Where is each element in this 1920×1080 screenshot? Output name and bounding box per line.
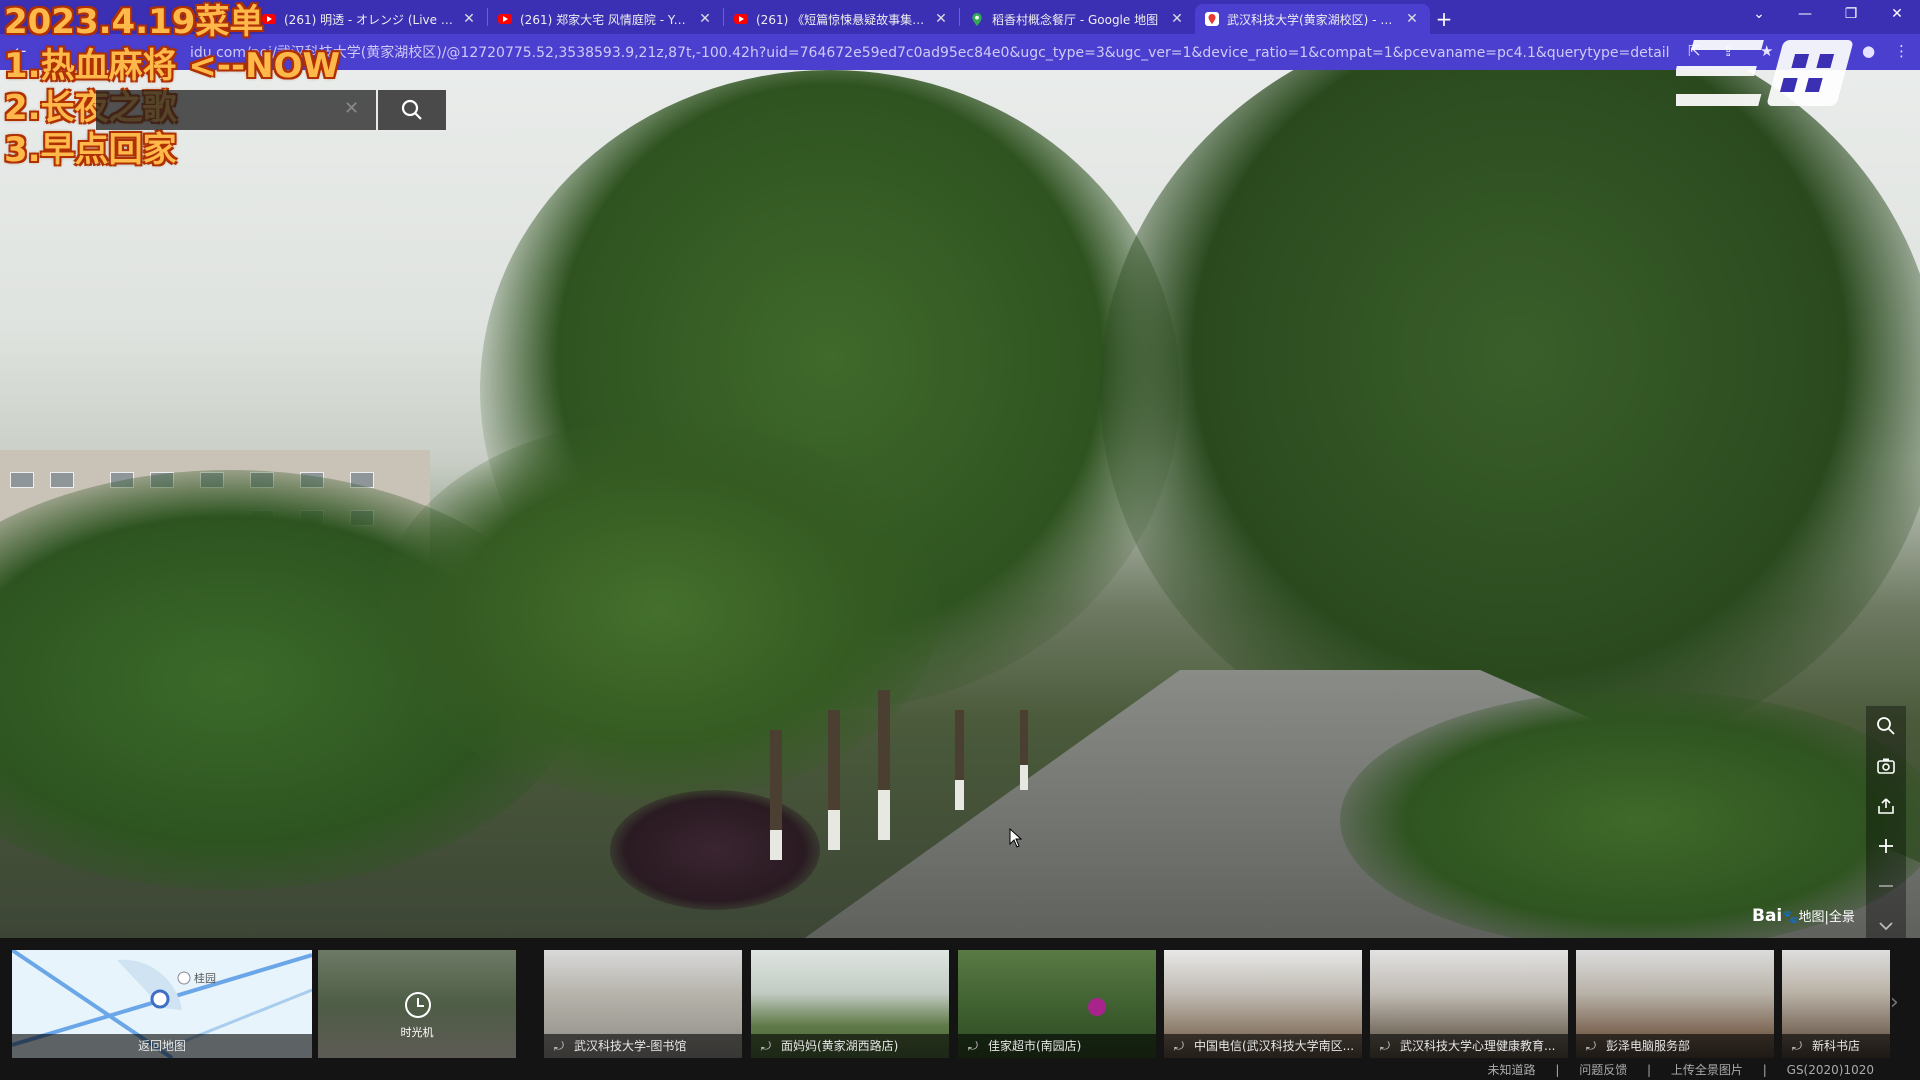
upload-pano-link[interactable]: 上传全景图片 <box>1671 1063 1743 1077</box>
footer-divider: | <box>1762 1063 1767 1077</box>
tree-trunk <box>770 730 782 860</box>
purple-shrub <box>610 790 820 910</box>
overlay-menu-item: 3.早点回家 <box>4 130 177 170</box>
pano-toolbar <box>1866 706 1906 946</box>
tab-title: 武汉科技大学(黄家湖校区) - 百度地图 <box>1227 12 1398 27</box>
tab-search-icon[interactable]: ⌄ <box>1736 0 1782 30</box>
zoom-in-button[interactable] <box>1866 826 1906 866</box>
street-view-panorama[interactable] <box>0 70 1920 938</box>
paw-icon: 🐾 <box>1782 910 1799 925</box>
search-input[interactable] <box>104 98 334 122</box>
plus-icon <box>1879 839 1893 853</box>
new-tab-button[interactable]: + <box>1430 4 1458 34</box>
zoom-out-button[interactable] <box>1866 866 1906 906</box>
tab-2[interactable]: (261) 郑家大宅 风情庭院 - YouTube ✕ <box>488 4 723 34</box>
building-window <box>10 472 34 488</box>
search-icon <box>1877 717 1895 735</box>
tab-title: 稻香村概念餐厅 - Google 地图 <box>992 12 1159 27</box>
mouse-cursor-icon <box>1009 828 1023 848</box>
google-maps-icon <box>970 12 984 26</box>
overlay-menu-item: 1.热血麻将 <--NOW <box>4 46 340 86</box>
search-button[interactable] <box>378 90 446 130</box>
map-poi-label: 桂园 <box>194 972 216 985</box>
menu-icon[interactable]: ⋮ <box>1894 42 1909 60</box>
tab-5-active[interactable]: 武汉科技大学(黄家湖校区) - 百度地图 ✕ <box>1195 4 1430 34</box>
baidu-pano-label: 地图|全景 <box>1798 910 1855 925</box>
nearby-poi-thumb[interactable]: 新科书店 <box>1782 950 1890 1058</box>
time-machine-thumb[interactable]: 时光机 <box>318 950 516 1058</box>
nearby-poi-thumb[interactable]: 武汉科技大学-图书馆 <box>544 950 742 1058</box>
camera-icon <box>1877 758 1895 774</box>
overlay-menu-title: 2023.4.19菜单 <box>4 2 264 42</box>
tab-title: (261) 明透 - オレンジ (Live ver.) <box>284 12 455 27</box>
chevron-down-icon <box>1879 922 1893 931</box>
map-license: GS(2020)1020 <box>1786 1063 1874 1077</box>
tree-trunk <box>1020 710 1028 790</box>
tab-4[interactable]: 稻香村概念餐厅 - Google 地图 ✕ <box>960 4 1195 34</box>
tab-title: (261) 《短篇惊悚悬疑故事集 I 》 <box>756 12 927 27</box>
tree-trunk <box>828 710 840 850</box>
nearby-poi-thumb[interactable]: 彭泽电脑服务部 <box>1576 950 1774 1058</box>
clear-search-icon[interactable]: ✕ <box>344 98 359 119</box>
thumb-caption: 时光机 <box>400 1026 434 1039</box>
thumb-caption: 返回地图 <box>12 1034 312 1058</box>
thumb-caption: 中国电信(武汉科技大学南区... <box>1164 1034 1362 1058</box>
tab-title: (261) 郑家大宅 风情庭院 - YouTube <box>520 12 691 27</box>
share-icon <box>1878 798 1894 814</box>
clock-icon <box>405 992 431 1018</box>
close-tab-icon[interactable]: ✕ <box>1169 11 1185 27</box>
close-tab-icon[interactable]: ✕ <box>697 11 713 27</box>
thumb-caption: 面妈妈(黄家湖西路店) <box>751 1034 949 1058</box>
baidu-pano-watermark: Bai🐾地图|全景 <box>1752 906 1855 926</box>
nearby-poi-thumb[interactable]: 面妈妈(黄家湖西路店) <box>751 950 949 1058</box>
tree-trunk <box>955 710 964 810</box>
back-to-map-thumb[interactable]: 桂园 返回地图 <box>12 950 312 1058</box>
youtube-icon <box>262 12 276 26</box>
youtube-icon <box>498 12 512 26</box>
trees-mid <box>380 420 940 800</box>
search-pano-button[interactable] <box>1866 706 1906 746</box>
poi-marker-icon <box>1088 998 1106 1016</box>
baidu-brand: Bai <box>1752 906 1783 926</box>
thumb-caption: 武汉科技大学心理健康教育... <box>1370 1034 1568 1058</box>
browser-tab-bar: (261) 明透 - オレンジ (Live ver.) ✕ (261) 郑家大宅… <box>0 0 1920 34</box>
nearby-thumbnail-strip: 桂园 返回地图 时光机 武汉科技大学-图书馆 面妈妈(黄家湖西路店) 佳家超市(… <box>0 938 1920 1080</box>
thumb-caption: 佳家超市(南园店) <box>958 1034 1156 1058</box>
thumb-caption: 新科书店 <box>1782 1034 1890 1058</box>
youtube-icon <box>734 12 748 26</box>
restore-icon[interactable]: ❐ <box>1828 0 1874 30</box>
building-window <box>50 472 74 488</box>
minimize-icon[interactable]: — <box>1782 0 1828 30</box>
douyu-logo-watermark <box>1676 40 1853 106</box>
nearby-poi-thumb[interactable]: 中国电信(武汉科技大学南区... <box>1164 950 1362 1058</box>
thumb-caption: 武汉科技大学-图书馆 <box>544 1034 742 1058</box>
nearby-poi-thumb[interactable]: 武汉科技大学心理健康教育... <box>1370 950 1568 1058</box>
tab-1[interactable]: (261) 明透 - オレンジ (Live ver.) ✕ <box>252 4 487 34</box>
close-tab-icon[interactable]: ✕ <box>933 11 949 27</box>
close-window-icon[interactable]: ✕ <box>1874 0 1920 30</box>
close-tab-icon[interactable]: ✕ <box>461 11 477 27</box>
search-icon <box>401 99 422 120</box>
thumb-caption: 彭泽电脑服务部 <box>1576 1034 1774 1058</box>
nearby-poi-thumb[interactable]: 佳家超市(南园店) <box>958 950 1156 1058</box>
minus-icon <box>1879 885 1893 887</box>
roadside-hedge <box>1340 690 1920 938</box>
road-name: 未知道路 <box>1487 1063 1536 1077</box>
feedback-link[interactable]: 问题反馈 <box>1579 1063 1627 1077</box>
baidu-maps-icon <box>1205 12 1219 26</box>
map-search-box: ✕ <box>96 90 376 130</box>
chevron-right-icon[interactable]: › <box>1890 990 1899 1015</box>
close-tab-icon[interactable]: ✕ <box>1404 11 1420 27</box>
pano-footer: 未知道路 | 问题反馈 | 上传全景图片 | GS(2020)1020 <box>0 1060 1920 1080</box>
screenshot-button[interactable] <box>1866 746 1906 786</box>
tab-3[interactable]: (261) 《短篇惊悚悬疑故事集 I 》 ✕ <box>724 4 959 34</box>
footer-divider: | <box>1555 1063 1560 1077</box>
footer-divider: | <box>1647 1063 1652 1077</box>
tree-trunk <box>878 690 890 840</box>
url-field[interactable]: idu.com/poi/武汉科技大学(黄家湖校区)/@12720775.52,3… <box>190 42 1670 62</box>
tree-canopy-right <box>1100 70 1920 770</box>
share-button[interactable] <box>1866 786 1906 826</box>
